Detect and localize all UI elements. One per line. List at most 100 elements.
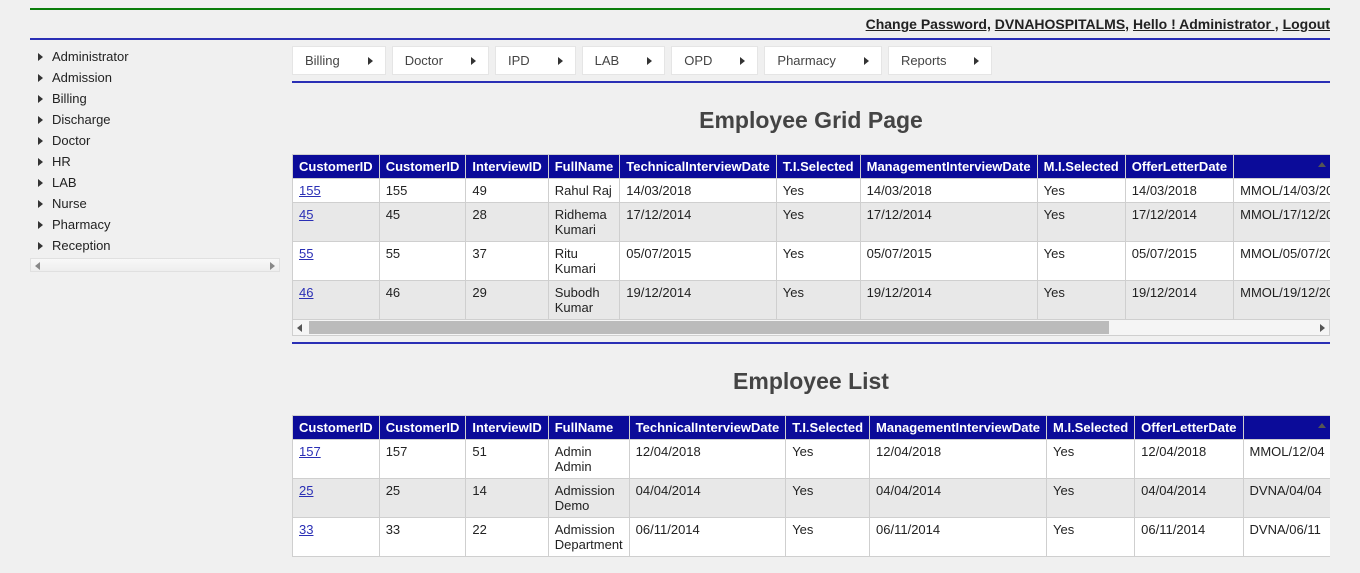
sidebar-item-doctor[interactable]: Doctor	[30, 130, 280, 151]
employee-grid-table: CustomerIDCustomerIDInterviewIDFullNameT…	[292, 154, 1330, 320]
change-password-link[interactable]: Change Password,	[866, 16, 991, 32]
cell: 45	[293, 203, 380, 242]
cell: 46	[379, 281, 466, 320]
sidebar-item-pharmacy[interactable]: Pharmacy	[30, 214, 280, 235]
cell: Yes	[1037, 179, 1125, 203]
cell: 157	[293, 440, 380, 479]
horizontal-scrollbar[interactable]	[292, 320, 1330, 336]
sidebar-item-reception[interactable]: Reception	[30, 235, 280, 256]
top-green-rule	[30, 8, 1330, 10]
cell: Yes	[1037, 281, 1125, 320]
menu-label: IPD	[508, 53, 530, 68]
sidebar-item-nurse[interactable]: Nurse	[30, 193, 280, 214]
menu-billing[interactable]: Billing	[292, 46, 386, 75]
menu-opd[interactable]: OPD	[671, 46, 758, 75]
menu-label: LAB	[595, 53, 620, 68]
chevron-left-icon[interactable]	[35, 262, 40, 270]
menubar: Billing Doctor IPD LAB OPD Pharmacy Reports	[292, 46, 1330, 75]
cell: 19/12/2014	[860, 281, 1037, 320]
menu-reports[interactable]: Reports	[888, 46, 993, 75]
chevron-right-icon[interactable]	[270, 262, 275, 270]
col-header: FullName	[548, 155, 620, 179]
cell: 55	[379, 242, 466, 281]
cell: 05/07/2015	[1125, 242, 1233, 281]
customer-link[interactable]: 55	[299, 246, 313, 261]
blue-rule-top	[30, 38, 1330, 40]
chevron-right-icon[interactable]	[1320, 324, 1325, 332]
greeting-link[interactable]: Hello ! Administrator ,	[1133, 16, 1279, 32]
menu-doctor[interactable]: Doctor	[392, 46, 489, 75]
logout-link[interactable]: Logout	[1283, 16, 1330, 32]
chevron-right-icon	[368, 57, 373, 65]
cell: 155	[379, 179, 466, 203]
scrollbar-thumb[interactable]	[309, 321, 1109, 334]
cell: Yes	[786, 479, 870, 518]
cell: 19/12/2014	[620, 281, 777, 320]
sidebar-item-hr[interactable]: HR	[30, 151, 280, 172]
sidebar-item-discharge[interactable]: Discharge	[30, 109, 280, 130]
sidebar-scroll-strip	[30, 258, 280, 272]
menu-label: Doctor	[405, 53, 443, 68]
employee-grid-table-wrap: CustomerIDCustomerIDInterviewIDFullNameT…	[292, 154, 1330, 336]
cell: 12/04/2018	[629, 440, 786, 479]
cell: Rahul Raj	[548, 179, 620, 203]
table-row: 252514Admission Demo04/04/2014Yes04/04/2…	[293, 479, 1331, 518]
sidebar-item-administrator[interactable]: Administrator	[30, 46, 280, 67]
col-header: TechnicalInterviewDate	[620, 155, 777, 179]
cell: 14/03/2018	[620, 179, 777, 203]
customer-link[interactable]: 25	[299, 483, 313, 498]
col-header: ManagementInterviewDate	[870, 416, 1047, 440]
cell: 06/11/2014	[870, 518, 1047, 557]
cell: 06/11/2014	[1135, 518, 1243, 557]
menu-label: OPD	[684, 53, 712, 68]
menu-pharmacy[interactable]: Pharmacy	[764, 46, 882, 75]
sidebar-item-lab[interactable]: LAB	[30, 172, 280, 193]
menu-lab[interactable]: LAB	[582, 46, 666, 75]
customer-link[interactable]: 157	[299, 444, 321, 459]
cell: 45	[379, 203, 466, 242]
col-header: T.I.Selected	[786, 416, 870, 440]
menu-ipd[interactable]: IPD	[495, 46, 576, 75]
table-row: 555537Ritu Kumari05/07/2015Yes05/07/2015…	[293, 242, 1331, 281]
cell: Subodh Kumar	[548, 281, 620, 320]
customer-link[interactable]: 155	[299, 183, 321, 198]
chevron-left-icon[interactable]	[297, 324, 302, 332]
cell: 55	[293, 242, 380, 281]
col-header: OfferLetterDate	[1125, 155, 1233, 179]
cell: MMOL/17/12/20	[1234, 203, 1330, 242]
chevron-right-icon	[471, 57, 476, 65]
sidebar-item-billing[interactable]: Billing	[30, 88, 280, 109]
menu-label: Reports	[901, 53, 947, 68]
cell: 37	[466, 242, 548, 281]
cell: Yes	[776, 203, 860, 242]
cell: MMOL/19/12/20	[1234, 281, 1330, 320]
menu-label: Pharmacy	[777, 53, 836, 68]
cell: DVNA/06/11	[1243, 518, 1330, 557]
site-name-link[interactable]: DVNAHOSPITALMS,	[995, 16, 1129, 32]
cell: 17/12/2014	[620, 203, 777, 242]
scroll-up-icon[interactable]	[1316, 417, 1328, 433]
col-header: TechnicalInterviewDate	[629, 416, 786, 440]
cell: 22	[466, 518, 548, 557]
table-row: 454528Ridhema Kumari17/12/2014Yes17/12/2…	[293, 203, 1331, 242]
scroll-up-icon[interactable]	[1316, 156, 1328, 172]
cell: 25	[379, 479, 466, 518]
sidebar-item-admission[interactable]: Admission	[30, 67, 280, 88]
col-header: CustomerID	[379, 416, 466, 440]
table-row: 15515549Rahul Raj14/03/2018Yes14/03/2018…	[293, 179, 1331, 203]
col-header: M.I.Selected	[1047, 416, 1135, 440]
customer-link[interactable]: 46	[299, 285, 313, 300]
col-header: CustomerID	[293, 416, 380, 440]
top-links: Change Password, DVNAHOSPITALMS, Hello !…	[30, 16, 1330, 32]
cell: Ritu Kumari	[548, 242, 620, 281]
cell: 04/04/2014	[870, 479, 1047, 518]
cell: Admin Admin	[548, 440, 629, 479]
cell: Yes	[1047, 440, 1135, 479]
sidebar: AdministratorAdmissionBillingDischargeDo…	[30, 46, 280, 272]
customer-link[interactable]: 45	[299, 207, 313, 222]
customer-link[interactable]: 33	[299, 522, 313, 537]
col-header: ManagementInterviewDate	[860, 155, 1037, 179]
cell: MMOL/05/07/20	[1234, 242, 1330, 281]
cell: MMOL/14/03/20	[1234, 179, 1330, 203]
cell: MMOL/12/04	[1243, 440, 1330, 479]
